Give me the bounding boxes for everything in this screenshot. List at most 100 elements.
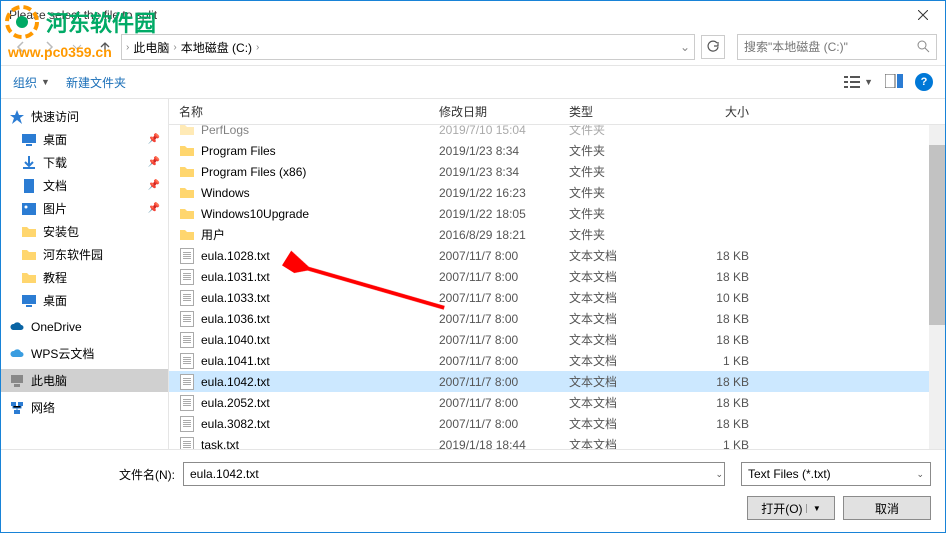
sidebar-item[interactable]: 下载📌 — [1, 151, 168, 174]
sidebar-item[interactable]: 安装包 — [1, 220, 168, 243]
organize-button[interactable]: 组织 ▼ — [13, 74, 50, 91]
file-row[interactable]: eula.1031.txt2007/11/7 8:00文本文档18 KB — [169, 266, 945, 287]
sidebar-item[interactable]: 桌面 — [1, 289, 168, 312]
file-name: Program Files — [201, 144, 276, 158]
preview-button[interactable] — [885, 74, 903, 91]
chevron-down-icon — [72, 42, 82, 52]
arrow-right-icon — [42, 40, 56, 54]
file-row[interactable]: eula.1042.txt2007/11/7 8:00文本文档18 KB — [169, 371, 945, 392]
search-box[interactable] — [737, 34, 937, 60]
folder-icon — [21, 224, 37, 240]
file-name: eula.3082.txt — [201, 417, 270, 431]
sidebar-item-label: 桌面 — [43, 292, 67, 309]
breadcrumb-seg[interactable]: 此电脑 — [129, 37, 173, 58]
file-type-select[interactable]: Text Files (*.txt) ⌄ — [741, 462, 931, 486]
nav-row: › 此电脑 › 本地磁盘 (C:) › ⌄ — [1, 29, 945, 65]
file-name: eula.1033.txt — [201, 291, 270, 305]
sidebar-group-cloud[interactable]: OneDrive — [1, 316, 168, 338]
file-type: 文本文档 — [569, 310, 669, 327]
sidebar-item[interactable]: 河东软件园 — [1, 243, 168, 266]
file-type: 文本文档 — [569, 331, 669, 348]
cancel-button[interactable]: 取消 — [843, 496, 931, 520]
col-name[interactable]: 名称 — [179, 103, 439, 120]
recent-button[interactable] — [65, 35, 89, 59]
view-button[interactable]: ▼ — [844, 75, 873, 89]
close-button[interactable] — [900, 1, 945, 29]
scrollbar[interactable] — [929, 125, 945, 449]
filename-input[interactable] — [183, 462, 725, 486]
sidebar-item[interactable]: 图片📌 — [1, 197, 168, 220]
sidebar-label: WPS云文档 — [31, 345, 94, 362]
file-date: 2007/11/7 8:00 — [439, 417, 569, 431]
forward-button[interactable] — [37, 35, 61, 59]
file-row[interactable]: PerfLogs2019/7/10 15:04文件夹 — [169, 125, 945, 140]
file-row[interactable]: eula.1028.txt2007/11/7 8:00文本文档18 KB — [169, 245, 945, 266]
file-row[interactable]: Windows10Upgrade2019/1/22 18:05文件夹 — [169, 203, 945, 224]
new-folder-button[interactable]: 新建文件夹 — [66, 74, 126, 91]
file-row[interactable]: eula.1040.txt2007/11/7 8:00文本文档18 KB — [169, 329, 945, 350]
open-button[interactable]: 打开(O) ▼ — [747, 496, 835, 520]
txt-file-icon — [179, 437, 195, 450]
col-size[interactable]: 大小 — [669, 103, 749, 120]
sidebar-group-pc[interactable]: 此电脑 — [1, 369, 168, 392]
help-button[interactable]: ? — [915, 73, 933, 91]
file-date: 2016/8/29 18:21 — [439, 228, 569, 242]
txt-file-icon — [179, 311, 195, 327]
txt-file-icon — [179, 416, 195, 432]
col-date[interactable]: 修改日期 — [439, 103, 569, 120]
sidebar-group-network[interactable]: 网络 — [1, 396, 168, 419]
file-row[interactable]: task.txt2019/1/18 18:44文本文档1 KB — [169, 434, 945, 449]
sidebar-item[interactable]: 教程 — [1, 266, 168, 289]
folder-icon — [179, 125, 195, 138]
chevron-down-icon[interactable]: ⌄ — [680, 40, 690, 54]
chevron-down-icon: ▼ — [41, 77, 50, 87]
txt-file-icon — [179, 290, 195, 306]
search-input[interactable] — [744, 40, 916, 54]
file-row[interactable]: Windows2019/1/22 16:23文件夹 — [169, 182, 945, 203]
pc-icon — [9, 373, 25, 389]
sidebar-group-star[interactable]: 快速访问 — [1, 105, 168, 128]
picture-icon — [21, 201, 37, 217]
file-date: 2007/11/7 8:00 — [439, 396, 569, 410]
cloud-icon — [9, 319, 25, 335]
col-type[interactable]: 类型 — [569, 103, 669, 120]
file-row[interactable]: eula.3082.txt2007/11/7 8:00文本文档18 KB — [169, 413, 945, 434]
file-size: 1 KB — [669, 354, 749, 368]
file-date: 2007/11/7 8:00 — [439, 249, 569, 263]
file-row[interactable]: eula.1036.txt2007/11/7 8:00文本文档18 KB — [169, 308, 945, 329]
file-size: 18 KB — [669, 270, 749, 284]
sidebar-group-cloud[interactable]: WPS云文档 — [1, 342, 168, 365]
scroll-thumb[interactable] — [929, 145, 945, 325]
refresh-button[interactable] — [701, 35, 725, 59]
file-row[interactable]: eula.1041.txt2007/11/7 8:00文本文档1 KB — [169, 350, 945, 371]
footer: 文件名(N): ⌄ Text Files (*.txt) ⌄ 打开(O) ▼ 取… — [1, 449, 945, 532]
file-row[interactable]: eula.2052.txt2007/11/7 8:00文本文档18 KB — [169, 392, 945, 413]
file-date: 2019/1/23 8:34 — [439, 165, 569, 179]
up-button[interactable] — [93, 35, 117, 59]
sidebar-label: 快速访问 — [31, 108, 79, 125]
file-type: 文件夹 — [569, 163, 669, 180]
file-date: 2019/1/18 18:44 — [439, 438, 569, 450]
file-name: task.txt — [201, 438, 239, 450]
file-date: 2007/11/7 8:00 — [439, 312, 569, 326]
pin-icon: 📌 — [148, 180, 160, 191]
sidebar-item[interactable]: 文档📌 — [1, 174, 168, 197]
file-row[interactable]: 用户2016/8/29 18:21文件夹 — [169, 224, 945, 245]
file-row[interactable]: Program Files2019/1/23 8:34文件夹 — [169, 140, 945, 161]
breadcrumb[interactable]: › 此电脑 › 本地磁盘 (C:) › ⌄ — [121, 34, 695, 60]
back-button[interactable] — [9, 35, 33, 59]
file-name: Windows — [201, 186, 250, 200]
file-type: 文件夹 — [569, 226, 669, 243]
file-size: 18 KB — [669, 312, 749, 326]
file-type: 文件夹 — [569, 142, 669, 159]
refresh-icon — [706, 40, 720, 54]
sidebar-label: 网络 — [31, 399, 55, 416]
chevron-down-icon[interactable]: ⌄ — [715, 469, 723, 480]
file-type: 文本文档 — [569, 289, 669, 306]
breadcrumb-seg[interactable]: 本地磁盘 (C:) — [177, 37, 256, 58]
file-row[interactable]: eula.1033.txt2007/11/7 8:00文本文档10 KB — [169, 287, 945, 308]
file-row[interactable]: Program Files (x86)2019/1/23 8:34文件夹 — [169, 161, 945, 182]
file-type: 文本文档 — [569, 415, 669, 432]
file-type: 文件夹 — [569, 184, 669, 201]
sidebar-item[interactable]: 桌面📌 — [1, 128, 168, 151]
